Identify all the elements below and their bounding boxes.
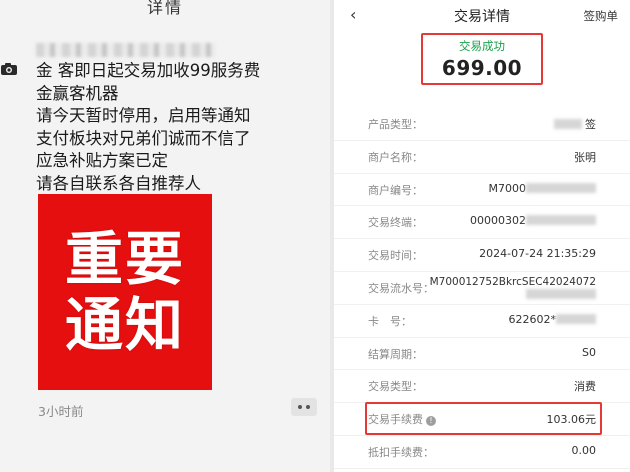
- amount-highlight: 交易成功 699.00: [421, 33, 543, 85]
- row-value: 2024-07-24 21:35:29: [479, 247, 596, 261]
- fee-highlight: [365, 402, 602, 435]
- row-value: 张明: [574, 150, 596, 164]
- post-text: 金 客即日起交易加收99服务费 金赢客机器 请今天暂时停用，启用等通知 支付板块…: [36, 60, 326, 195]
- row-label: 交易时间：: [368, 249, 423, 263]
- detail-row-product-type: 产品类型： 签: [334, 108, 630, 141]
- row-value: 0.00: [571, 443, 597, 457]
- row-value: 622602*: [509, 313, 596, 326]
- post-timestamp: 3小时前: [38, 404, 84, 419]
- row-value: 签: [553, 116, 596, 132]
- post-line: 支付板块对兄弟们诚而不信了: [36, 128, 251, 148]
- row-label: 抵扣手续费：: [368, 445, 434, 459]
- detail-row-merchant-id: 商户编号： M7000: [334, 174, 630, 207]
- detail-row-merchant-name: 商户名称： 张明: [334, 141, 630, 174]
- detail-row-settlement: 结算周期： S0: [334, 338, 630, 371]
- notice-line: 通知: [64, 291, 185, 359]
- row-value: M7000: [489, 182, 596, 195]
- moments-detail-panel: 详情 金 客即日起交易加收99服务费 金赢客机器 请今天暂时停用，启用等通知 支…: [0, 0, 330, 472]
- row-label: 产品类型：: [368, 118, 423, 131]
- row-value: M700012752BkrcSEC42024072: [430, 276, 596, 302]
- more-dots-icon: [306, 405, 310, 409]
- detail-row-transaction-type: 交易类型： 消费: [334, 370, 630, 404]
- row-label: 交易流水号：: [368, 281, 434, 295]
- detail-header: 详情: [0, 0, 330, 24]
- more-options-button[interactable]: [291, 398, 317, 416]
- post-line: 请各自联系各自推荐人: [36, 173, 201, 193]
- row-label: 交易终端：: [368, 216, 423, 230]
- amount-value: 699.00: [441, 56, 523, 80]
- row-label: 商户名称：: [368, 150, 423, 164]
- status-text: 交易成功: [459, 39, 505, 53]
- camera-icon: [1, 63, 17, 75]
- notice-line: 重要: [64, 225, 185, 293]
- post-line: 金赢客机器: [36, 83, 119, 103]
- detail-row-terminal: 交易终端： 00000302: [334, 206, 630, 240]
- page-title: 详情: [146, 0, 183, 17]
- row-value: S0: [582, 345, 596, 359]
- row-label: 结算周期：: [368, 347, 423, 361]
- row-value: 00000302: [470, 214, 596, 227]
- more-dots-icon: [298, 405, 302, 409]
- transaction-detail-panel: ‹ 交易详情 签购单 交易成功 699.00 产品类型： 签 商户名称： 张明 …: [334, 0, 630, 472]
- detail-row-time: 交易时间： 2024-07-24 21:35:29: [334, 239, 630, 272]
- row-label: 卡 号：: [368, 314, 412, 328]
- blurred-username: [36, 43, 216, 57]
- sign-slip-button[interactable]: 签购单: [584, 8, 619, 24]
- post-line: 请今天暂时停用，启用等通知: [36, 106, 251, 125]
- row-value: 消费: [574, 380, 596, 394]
- row-label: 交易类型：: [368, 380, 423, 394]
- transaction-header: ‹ 交易详情 签购单: [334, 0, 630, 30]
- detail-row-card-number: 卡 号： 622602*: [334, 305, 630, 338]
- detail-row-serial: 交易流水号： M700012752BkrcSEC42024072: [334, 272, 630, 305]
- detail-row-fee-deduction: 抵扣手续费： 0.00: [334, 436, 630, 469]
- important-notice-image[interactable]: 重要 通知: [38, 194, 212, 390]
- row-label: 商户编号：: [368, 183, 423, 197]
- post-line: 应急补贴方案已定: [36, 151, 168, 170]
- post-line: 金 客即日起交易加收99服务费: [36, 61, 261, 80]
